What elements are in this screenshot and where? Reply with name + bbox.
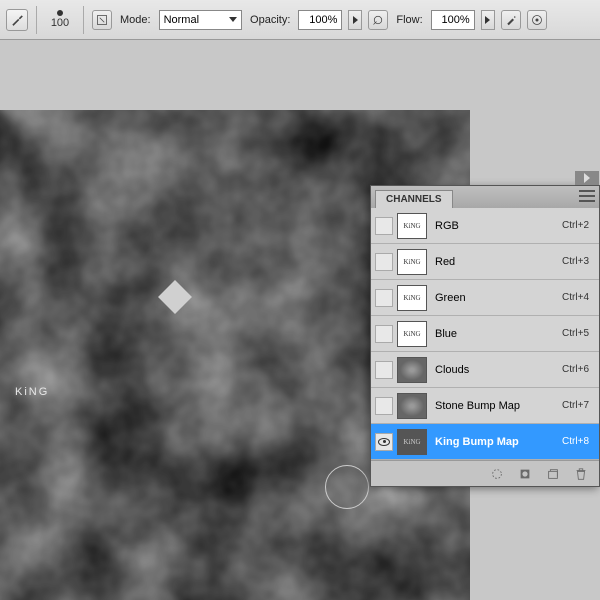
visibility-toggle[interactable] (375, 397, 393, 415)
opacity-input[interactable]: 100% (298, 10, 342, 30)
channel-row[interactable]: KiNG Blue Ctrl+5 (371, 316, 599, 352)
save-selection-icon[interactable] (517, 466, 533, 482)
tab-channels[interactable]: CHANNELS (375, 190, 453, 208)
channel-shortcut: Ctrl+5 (562, 328, 595, 339)
flow-flyout[interactable] (481, 10, 495, 30)
eye-icon (378, 438, 390, 446)
channel-name: Red (431, 256, 558, 268)
options-bar: 100 Mode: Normal Opacity: 100% Flow: 100… (0, 0, 600, 40)
load-selection-icon[interactable] (489, 466, 505, 482)
channel-row[interactable]: KiNG King Bump Map Ctrl+8 (371, 424, 599, 460)
tablet-pressure-icon[interactable] (527, 10, 547, 30)
channel-name: Green (431, 292, 558, 304)
channel-row[interactable]: KiNG Red Ctrl+3 (371, 244, 599, 280)
divider (83, 6, 84, 34)
channel-name: Clouds (431, 364, 558, 376)
panel-collapse-button[interactable] (575, 171, 599, 185)
visibility-toggle[interactable] (375, 433, 393, 451)
visibility-toggle[interactable] (375, 217, 393, 235)
visibility-toggle[interactable] (375, 361, 393, 379)
channel-list: KiNG RGB Ctrl+2 KiNG Red Ctrl+3 KiNG Green Ctrl+… (371, 208, 599, 460)
channel-shortcut: Ctrl+2 (562, 220, 595, 231)
visibility-toggle[interactable] (375, 325, 393, 343)
brush-panel-toggle-icon[interactable] (92, 10, 112, 30)
channel-row[interactable]: KiNG Stone Bump Map Ctrl+7 (371, 388, 599, 424)
channel-thumbnail: KiNG (397, 285, 427, 311)
channel-thumbnail: KiNG (397, 321, 427, 347)
opacity-flyout[interactable] (348, 10, 362, 30)
channel-thumbnail: KiNG (397, 249, 427, 275)
channel-name: Stone Bump Map (431, 400, 558, 412)
channel-shortcut: Ctrl+4 (562, 292, 595, 303)
channel-shortcut: Ctrl+3 (562, 256, 595, 267)
new-channel-icon[interactable] (545, 466, 561, 482)
channel-thumbnail: KiNG (397, 429, 427, 455)
flow-label: Flow: (394, 14, 424, 26)
blend-mode-value: Normal (164, 14, 199, 26)
chevron-right-icon (353, 16, 358, 24)
chevron-right-icon (485, 16, 490, 24)
panel-tab-bar: CHANNELS (371, 186, 599, 208)
canvas-artwork-text: KiNG (15, 295, 49, 422)
channel-row[interactable]: KiNG Green Ctrl+4 (371, 280, 599, 316)
delete-channel-icon[interactable] (573, 466, 589, 482)
channel-name: King Bump Map (431, 436, 558, 448)
brush-preview-dot (57, 10, 63, 16)
opacity-value: 100% (309, 14, 337, 26)
visibility-toggle[interactable] (375, 289, 393, 307)
channel-row[interactable]: KiNG RGB Ctrl+2 (371, 208, 599, 244)
panel-menu-icon[interactable] (579, 190, 595, 202)
channel-thumbnail: KiNG (397, 393, 427, 419)
panel-footer (371, 460, 599, 486)
visibility-toggle[interactable] (375, 253, 393, 271)
brush-tool-preset[interactable] (6, 9, 28, 31)
channel-thumbnail: KiNG (397, 213, 427, 239)
chevron-right-icon (584, 173, 590, 183)
channel-thumbnail: KiNG (397, 357, 427, 383)
channel-name: RGB (431, 220, 558, 232)
chevron-down-icon (229, 17, 237, 22)
channel-row[interactable]: KiNG Clouds Ctrl+6 (371, 352, 599, 388)
channel-shortcut: Ctrl+8 (562, 436, 595, 447)
channel-name: Blue (431, 328, 558, 340)
mode-label: Mode: (118, 14, 153, 26)
airbrush-icon[interactable] (501, 10, 521, 30)
divider (36, 6, 37, 34)
tablet-opacity-icon[interactable] (368, 10, 388, 30)
opacity-label: Opacity: (248, 14, 292, 26)
flow-input[interactable]: 100% (431, 10, 475, 30)
brush-size-value: 100 (51, 17, 69, 29)
blend-mode-dropdown[interactable]: Normal (159, 10, 242, 30)
channels-panel: CHANNELS KiNG RGB Ctrl+2 KiNG Red Ctrl+3 KiNG G… (370, 185, 600, 487)
channel-shortcut: Ctrl+6 (562, 364, 595, 375)
flow-value: 100% (442, 14, 470, 26)
channel-shortcut: Ctrl+7 (562, 400, 595, 411)
brush-size-picker[interactable]: 100 (45, 10, 75, 29)
